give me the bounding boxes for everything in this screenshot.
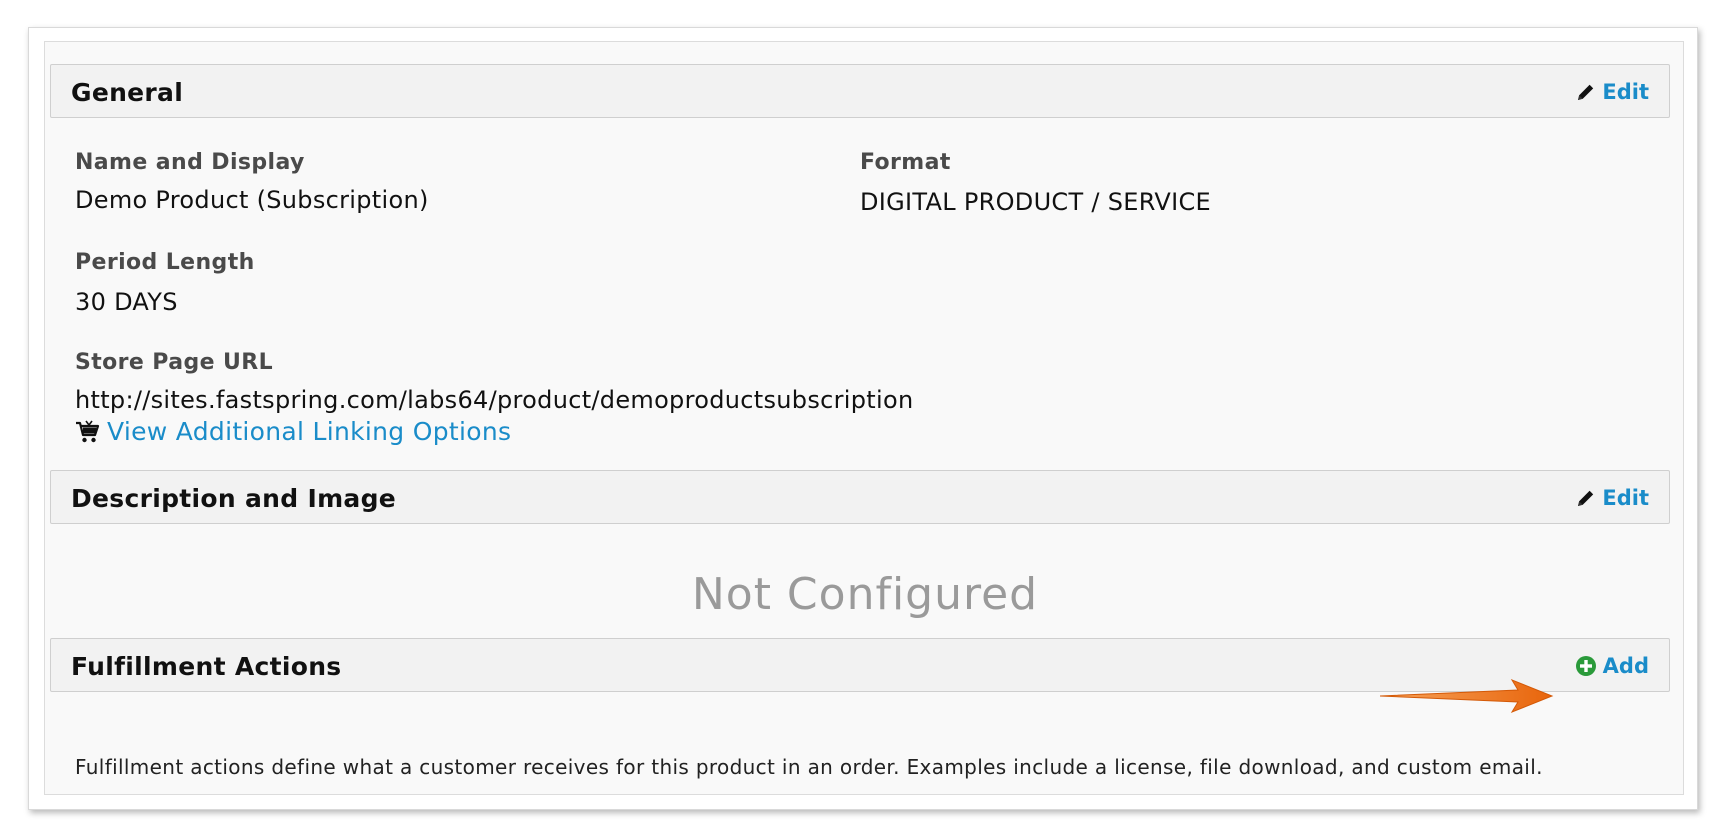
store-url-label: Store Page URL xyxy=(75,350,274,375)
store-url-value: http://sites.fastspring.com/labs64/produ… xyxy=(75,386,914,414)
description-edit-label: Edit xyxy=(1602,486,1649,510)
general-section-header: General Edit xyxy=(50,64,1670,118)
general-edit-label: Edit xyxy=(1602,80,1649,104)
description-status: Not Configured xyxy=(691,569,1039,620)
fulfillment-title: Fulfillment Actions xyxy=(71,652,342,681)
plus-circle-icon xyxy=(1575,656,1596,676)
description-section-header: Description and Image Edit xyxy=(50,470,1670,524)
fulfillment-add-label: Add xyxy=(1602,654,1649,678)
general-title: General xyxy=(71,78,184,107)
general-edit-button[interactable]: Edit xyxy=(1576,80,1649,104)
fulfillment-description: Fulfillment actions define what a custom… xyxy=(75,755,1543,779)
view-linking-options-link[interactable]: View Additional Linking Options xyxy=(75,417,511,446)
name-display-label: Name and Display xyxy=(75,150,305,175)
cart-icon xyxy=(76,420,100,442)
description-edit-button[interactable]: Edit xyxy=(1576,486,1649,510)
arrow-icon xyxy=(1380,678,1554,714)
name-display-value: Demo Product (Subscription) xyxy=(75,186,429,214)
view-linking-options-label: View Additional Linking Options xyxy=(107,417,512,446)
pencil-icon xyxy=(1578,84,1594,100)
period-length-value: 30 DAYS xyxy=(75,288,178,316)
format-value: DIGITAL PRODUCT / SERVICE xyxy=(860,188,1211,216)
pencil-icon xyxy=(1578,490,1594,506)
fulfillment-add-button[interactable]: Add xyxy=(1575,654,1649,678)
format-label: Format xyxy=(860,150,951,175)
period-length-label: Period Length xyxy=(75,250,255,275)
description-title: Description and Image xyxy=(71,484,397,513)
